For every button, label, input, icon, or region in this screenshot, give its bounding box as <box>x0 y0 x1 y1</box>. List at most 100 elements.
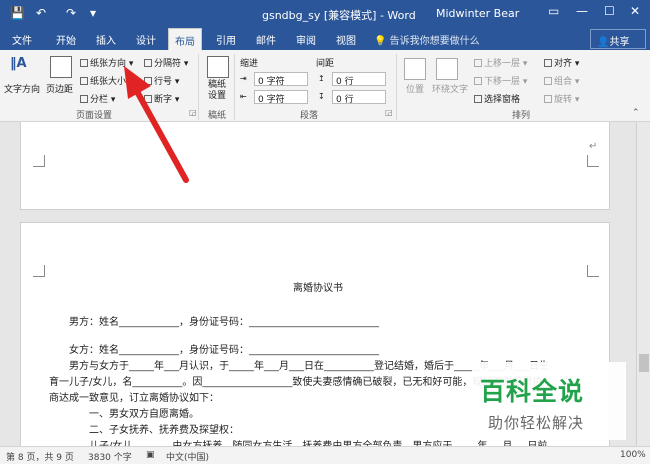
wrap-text-icon[interactable] <box>436 58 458 80</box>
word-window: 💾 ↶ ↷ ▾ gsndbg_sy [兼容模式] - Word Midwinte… <box>0 0 650 464</box>
tab-insert[interactable]: 插入 <box>96 32 116 47</box>
spacing-before-icon: ↥ <box>318 74 325 83</box>
hyphenation-button[interactable]: 断字 ▾ <box>144 92 179 105</box>
save-icon[interactable]: 💾 <box>10 6 25 20</box>
line-numbers-button[interactable]: 行号 ▾ <box>144 74 179 87</box>
selection-pane-icon <box>474 95 482 103</box>
tell-me-search[interactable]: 💡 告诉我你想要做什么 <box>374 32 480 47</box>
vertical-scrollbar[interactable] <box>636 122 650 446</box>
redo-icon[interactable]: ↷ <box>66 6 76 20</box>
doc-line-7[interactable]: 二、子女抚养、抚养费及探望权： <box>89 421 239 436</box>
minimize-icon[interactable]: — <box>576 4 588 18</box>
spacing-before-input[interactable]: 0 行 <box>332 72 386 87</box>
align-icon <box>544 59 552 67</box>
watermark-subtitle: 助你轻松解决 <box>488 414 585 432</box>
person-icon: 👤 <box>597 37 610 48</box>
size-label: 纸张大小 <box>90 77 127 87</box>
tab-file[interactable]: 文件 <box>12 32 32 47</box>
text-direction-button[interactable]: 文字方向 <box>4 82 40 95</box>
indent-right-input[interactable]: 0 字符 <box>254 90 308 105</box>
tab-home[interactable]: 开始 <box>56 32 76 47</box>
divider <box>396 54 397 120</box>
spacing-label: 间距 <box>316 59 335 69</box>
crop-mark <box>587 265 599 277</box>
watermark-title: 百科全说 <box>480 377 585 406</box>
columns-icon <box>80 95 88 103</box>
tab-mailings[interactable]: 邮件 <box>256 32 276 47</box>
columns-button[interactable]: 分栏 ▾ <box>80 92 115 105</box>
selection-pane-button[interactable]: 选择窗格 <box>474 92 520 105</box>
undo-icon[interactable]: ↶ <box>36 6 46 20</box>
draft-group-label: 稿纸 <box>208 111 227 121</box>
tab-references[interactable]: 引用 <box>216 32 236 47</box>
draft-settings-button[interactable]: 稿纸 设置 <box>208 80 226 102</box>
divider <box>234 54 235 120</box>
rotate-icon <box>544 95 552 103</box>
indent-left-input[interactable]: 0 字符 <box>254 72 308 87</box>
page-count[interactable]: 第 8 页，共 9 页 <box>6 450 74 463</box>
ribbon-display-options-icon[interactable]: ▭ <box>548 4 559 18</box>
selection-pane-label: 选择窗格 <box>484 95 521 105</box>
columns-label: 分栏 <box>90 95 109 105</box>
bring-forward-button[interactable]: 上移一层 ▾ <box>474 56 527 69</box>
tab-layout[interactable]: 布局 <box>168 28 202 50</box>
customize-quick-access-icon[interactable]: ▾ <box>90 6 96 20</box>
paragraph-group-label: 段落 <box>300 111 319 121</box>
draft-paper-icon[interactable] <box>207 56 229 78</box>
doc-line-2[interactable]: 女方：姓名____________，身份证号码：________________… <box>69 341 379 356</box>
page-previous[interactable]: ↵ <box>20 122 610 210</box>
crop-mark <box>587 155 599 167</box>
tab-view[interactable]: 视图 <box>336 32 356 47</box>
margins-button[interactable]: 页边距 <box>46 82 73 95</box>
tab-design[interactable]: 设计 <box>136 32 156 47</box>
wrap-text-button[interactable]: 环绕文字 <box>432 82 468 95</box>
page-setup-group-label: 页面设置 <box>76 111 113 121</box>
doc-line-4[interactable]: 育一儿子/女儿，名__________。因__________________致… <box>49 373 542 388</box>
word-count[interactable]: 3830 个字 <box>88 450 132 463</box>
margins-icon[interactable] <box>50 56 72 78</box>
paper-size-icon <box>80 77 88 85</box>
send-backward-button[interactable]: 下移一层 ▾ <box>474 74 527 87</box>
rotate-button[interactable]: 旋转 ▾ <box>544 92 579 105</box>
zoom-level[interactable]: 100% <box>620 450 646 460</box>
send-backward-icon <box>474 77 482 85</box>
share-button[interactable]: 👤共享 <box>590 29 646 49</box>
spacing-after-icon: ↧ <box>318 92 325 101</box>
orientation-icon <box>80 59 88 67</box>
language-indicator[interactable]: 中文(中国) <box>166 450 209 463</box>
arrange-group-label: 排列 <box>512 111 531 121</box>
send-backward-label: 下移一层 <box>484 77 521 87</box>
tell-me-text: 告诉我你想要做什么 <box>389 36 480 47</box>
text-direction-icon[interactable]: ‖A <box>10 56 32 78</box>
position-icon[interactable] <box>404 58 426 80</box>
maximize-icon[interactable]: ☐ <box>604 4 615 18</box>
doc-line-6[interactable]: 一、男女双方自愿离婚。 <box>89 405 199 420</box>
scrollbar-thumb[interactable] <box>639 354 649 372</box>
size-button[interactable]: 纸张大小 ▾ <box>80 74 133 87</box>
collapse-ribbon-icon[interactable]: ⌃ <box>632 108 640 118</box>
breaks-button[interactable]: 分隔符 ▾ <box>144 56 188 69</box>
ribbon-tabs: 文件 开始 插入 设计 布局 引用 邮件 审阅 视图 💡 告诉我你想要做什么 👤… <box>0 28 650 50</box>
share-label: 共享 <box>609 37 630 48</box>
doc-line-5[interactable]: 商达成一致意见，订立离婚协议如下： <box>49 389 219 404</box>
align-button[interactable]: 对齐 ▾ <box>544 56 579 69</box>
line-numbers-icon <box>144 77 152 85</box>
spacing-after-input[interactable]: 0 行 <box>332 90 386 105</box>
line-numbers-label: 行号 <box>154 77 173 87</box>
user-name[interactable]: Midwinter Bear <box>436 7 519 20</box>
group-label: 组合 <box>554 77 573 87</box>
crop-mark <box>33 155 45 167</box>
paragraph-mark: ↵ <box>589 141 598 152</box>
orientation-label: 纸张方向 <box>90 59 127 69</box>
document-title[interactable]: 离婚协议书 <box>293 279 343 294</box>
close-icon[interactable]: ✕ <box>630 4 640 18</box>
group-button[interactable]: 组合 ▾ <box>544 74 579 87</box>
paragraph-launcher-icon[interactable]: ◲ <box>385 108 393 117</box>
proofing-icon[interactable]: ▣ <box>146 450 155 460</box>
ribbon-layout: ‖A 文字方向 页边距 纸张方向 ▾ 纸张大小 ▾ 分栏 ▾ 分隔符 ▾ 行号 … <box>0 50 650 122</box>
orientation-button[interactable]: 纸张方向 ▾ <box>80 56 133 69</box>
tab-review[interactable]: 审阅 <box>296 32 316 47</box>
page-setup-launcher-icon[interactable]: ◲ <box>189 108 197 117</box>
position-button[interactable]: 位置 <box>406 82 424 95</box>
doc-line-1[interactable]: 男方：姓名____________，身份证号码：________________… <box>69 313 379 328</box>
